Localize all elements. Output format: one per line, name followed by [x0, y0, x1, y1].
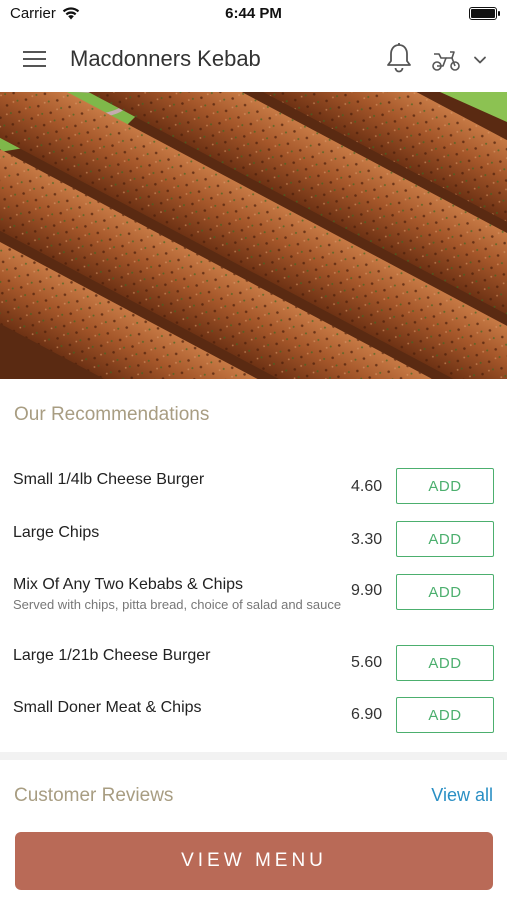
- item-price: 4.60: [351, 478, 383, 495]
- item-name: Large 1/21b Cheese Burger: [13, 647, 211, 664]
- add-button[interactable]: ADD: [396, 697, 494, 733]
- item-price: 5.60: [351, 654, 383, 671]
- item-price: 3.30: [351, 531, 383, 548]
- recommendations-title: Our Recommendations: [14, 404, 210, 425]
- add-button[interactable]: ADD: [396, 468, 494, 504]
- hero-image: [0, 92, 507, 379]
- item-name: Large Chips: [13, 524, 100, 541]
- view-menu-button[interactable]: VIEW MENU: [15, 832, 493, 890]
- item-price: 9.90: [351, 582, 383, 599]
- notifications-button[interactable]: [385, 42, 413, 74]
- delivery-mode-dropdown[interactable]: [472, 52, 488, 68]
- battery-icon: [469, 7, 500, 20]
- scooter-icon: [432, 51, 460, 71]
- reviews-title: Customer Reviews: [14, 785, 174, 806]
- kebab-photo: [0, 92, 507, 379]
- bell-icon: [387, 43, 411, 73]
- delivery-mode-button[interactable]: [430, 48, 462, 72]
- add-button[interactable]: ADD: [396, 645, 494, 681]
- chevron-down-icon: [474, 56, 486, 64]
- menu-button[interactable]: [22, 48, 48, 70]
- app-header: Macdonners Kebab: [0, 28, 507, 92]
- menu-icon: [23, 51, 46, 67]
- view-all-reviews-link[interactable]: View all: [431, 785, 493, 806]
- item-description: Served with chips, pitta bread, choice o…: [13, 597, 342, 612]
- item-name: Small 1/4lb Cheese Burger: [13, 471, 205, 488]
- item-name: Mix Of Any Two Kebabs & Chips: [13, 576, 244, 593]
- item-name: Small Doner Meat & Chips: [13, 699, 202, 716]
- add-button[interactable]: ADD: [396, 574, 494, 610]
- page-title: Macdonners Kebab: [70, 46, 261, 71]
- section-divider: [0, 752, 507, 760]
- status-bar: Carrier 6:44 PM: [0, 0, 507, 28]
- add-button[interactable]: ADD: [396, 521, 494, 557]
- status-time: 6:44 PM: [225, 5, 282, 22]
- item-price: 6.90: [351, 706, 383, 723]
